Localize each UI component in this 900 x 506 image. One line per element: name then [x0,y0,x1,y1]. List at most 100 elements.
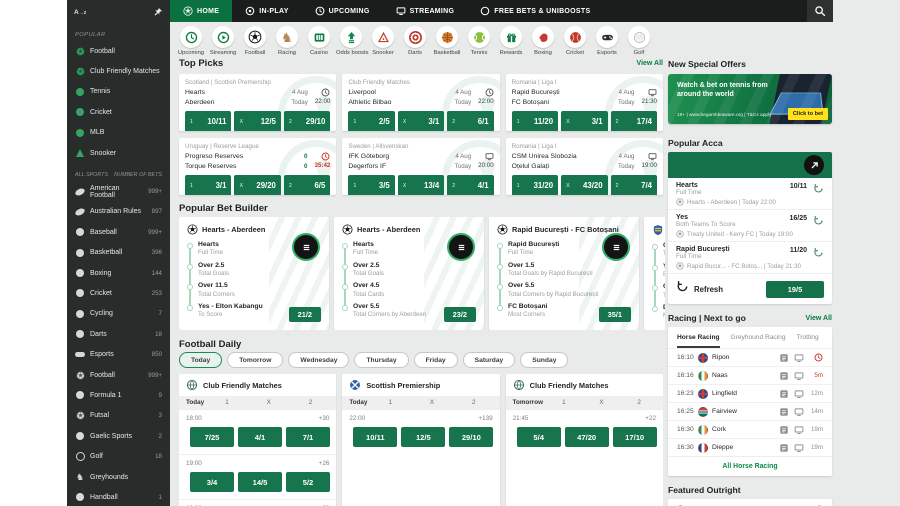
quick-link-snooker[interactable]: Snooker [368,26,398,56]
day-pill-sunday[interactable]: Sunday [520,352,569,368]
sidebar-sport-boxing[interactable]: Boxing 144 [67,263,170,283]
odds-button-x[interactable]: X 3/1 [561,111,608,131]
search-button[interactable] [807,0,833,22]
stream-icon[interactable] [794,389,804,399]
quick-link-golf[interactable]: Golf [624,26,654,56]
sidebar-sport-australian-rules[interactable]: Australian Rules 897 [67,202,170,222]
odds-button-1[interactable]: 1 31/20 [511,175,559,195]
quick-link-tennis[interactable]: Tennis [464,26,494,56]
race-row-naas[interactable]: 16:16 Naas 5m [668,366,832,384]
racecard-icon[interactable] [779,389,789,399]
bet-builder-card-hearts-aberdeen[interactable]: Hearts - Aberdeen Hearts Full Time Over 2.… [179,217,329,330]
sidebar-item-mlb[interactable]: MLB [67,123,170,143]
odds-button-x[interactable]: 12/5 [401,427,446,448]
odds-button-x[interactable]: 14/5 [238,472,282,493]
quick-link-esports[interactable]: Esports [592,26,622,56]
race-row-fairview[interactable]: 16:25 Fairview 14m [668,402,832,420]
nav-tab-upcoming[interactable]: UPCOMING [302,0,383,22]
odds-button-1[interactable]: 1 3/1 [185,175,232,195]
racing-tab-horse-racing[interactable]: Horse Racing [677,334,720,348]
odds-button-x[interactable]: 4/1 [238,427,282,448]
odds-button-x[interactable]: X 13/4 [397,175,445,195]
stream-icon[interactable] [794,443,804,453]
odds-button-2[interactable]: 2 7/4 [610,175,657,195]
click-to-bet-button[interactable]: Click to bet [787,108,828,120]
odds-button-2[interactable]: 29/10 [449,427,494,448]
acca-selection-rapid-bucure-ti[interactable]: Rapid București Full Time 11/20 Rapid Buc… [668,241,832,273]
day-pill-saturday[interactable]: Saturday [462,352,516,368]
day-pill-today[interactable]: Today [179,352,223,368]
odds-button-1[interactable]: 5/4 [516,427,561,448]
sidebar-sport-baseball[interactable]: Baseball 999+ [67,222,170,242]
sidebar-sport-esports[interactable]: Esports 850 [67,344,170,364]
sidebar-sport-golf[interactable]: Golf 18 [67,446,170,466]
stream-icon[interactable] [794,407,804,417]
stream-icon[interactable] [794,371,804,381]
bet-builder-odds-button[interactable]: 35/1 [598,307,631,322]
race-row-cork[interactable]: 16:30 Cork 19m [668,420,832,438]
odds-button-1[interactable]: 3/4 [190,472,234,493]
quick-link-basketball[interactable]: Basketball [432,26,462,56]
race-row-dieppe[interactable]: 16:30 Dieppe 19m [668,438,832,456]
daily-column-header[interactable]: Scottish Premiership [342,374,499,396]
nav-tab-free-bets-uniboosts[interactable]: FREE BETS & UNIBOOSTS [467,0,603,22]
sidebar-item-tennis[interactable]: Tennis [67,82,170,102]
match-card-rapid-bucure-ti[interactable]: Romania | Liga I Rapid București FC Botoș… [505,74,663,131]
special-offer-banner[interactable]: Watch & bet on tennis from around the wor… [668,74,832,124]
outright-card[interactable]: Premier League 24 May 2026 01:00 Premier… [668,499,832,506]
odds-button-2[interactable]: 2 29/10 [283,111,331,131]
bet-builder-card-hearts-aberdeen[interactable]: Hearts - Aberdeen Hearts Full Time Over 2.… [334,217,484,330]
daily-column-header[interactable]: Club Friendly Matches [506,374,663,396]
quick-link-cricket[interactable]: Cricket [560,26,590,56]
sidebar-sport-gaelic-sports[interactable]: Gaelic Sports 2 [67,426,170,446]
az-sort-icon[interactable]: A→z [74,9,86,17]
refresh-label[interactable]: Refresh [694,285,723,294]
bet-builder-card-ifk-g-teborg-degerfors-if[interactable]: IFK Göteborg - Degerfors IF OverTotalYes… [644,217,665,330]
odds-button-2[interactable]: 17/10 [612,427,657,448]
sidebar-sport-handball[interactable]: Handball 1 [67,487,170,506]
acca-selection-yes[interactable]: Yes Both Teams To Score 16/25 Treaty Unit… [668,209,832,241]
stream-icon[interactable] [794,353,804,363]
all-horse-racing-link[interactable]: All Horse Racing [668,456,832,476]
odds-button-1[interactable]: 1 11/20 [511,111,559,131]
racing-tab-greyhound-racing[interactable]: Greyhound Racing [731,334,786,348]
refresh-icon[interactable] [813,215,824,226]
quick-link-boxing[interactable]: Boxing [528,26,558,56]
race-row-lingfield[interactable]: 16:23 Lingfield 12m [668,384,832,402]
odds-button-2[interactable]: 2 17/4 [610,111,657,131]
odds-button-1[interactable]: 10/11 [353,427,398,448]
match-card-csm-unirea-slobozia[interactable]: Romania | Liga I CSM Unirea Slobozia Oțel… [505,138,663,195]
daily-match-row[interactable]: LatinaL'Aquila Calcio 19273/414/55/2 [179,469,336,499]
quick-link-upcoming[interactable]: Upcoming [176,26,206,56]
sidebar-sport-greyhounds[interactable]: ♞ Greyhounds [67,467,170,487]
odds-button-x[interactable]: 47/20 [564,427,609,448]
quick-link-odds-boosts[interactable]: Odds boosts [336,26,369,56]
odds-button-x[interactable]: X 43/20 [561,175,608,195]
nav-tab-in-play[interactable]: IN-PLAY [232,0,301,22]
sidebar-sport-futsal[interactable]: Futsal 3 [67,406,170,426]
odds-button-x[interactable]: X 3/1 [397,111,445,131]
day-pill-friday[interactable]: Friday [413,352,458,368]
odds-button-2[interactable]: 7/1 [286,427,330,448]
bet-builder-card-rapid-bucure-ti-fc-boto-ani[interactable]: Rapid București - FC Botoșani Rapid Bucu… [489,217,639,330]
sidebar-item-football[interactable]: Football [67,41,170,61]
quick-link-rewards[interactable]: Rewards [496,26,526,56]
daily-match-row[interactable]: Nottingham ForestFiorentina5/447/2017/10 [506,424,663,454]
day-pill-wednesday[interactable]: Wednesday [288,352,350,368]
racecard-icon[interactable] [779,443,789,453]
racing-view-all[interactable]: View All [806,315,832,322]
quick-link-streaming[interactable]: Streaming [208,26,238,56]
acca-pin-icon[interactable] [804,155,824,175]
match-card-progreso-reserves[interactable]: Uruguay | Reserve League Progreso Reserv… [179,138,337,195]
nav-tab-home[interactable]: HOME [170,0,233,22]
top-picks-view-all[interactable]: View All [637,60,663,67]
sidebar-sport-basketball[interactable]: Basketball 396 [67,243,170,263]
racecard-icon[interactable] [779,353,789,363]
quick-link-football[interactable]: Football [240,26,270,56]
sidebar-sport-cricket[interactable]: Cricket 253 [67,283,170,303]
sidebar-sport-american-football[interactable]: American Football 999+ [67,181,170,201]
acca-selection-hearts[interactable]: Hearts Full Time 10/11 Hearts - Aberdeen … [668,178,832,209]
racing-tab-trotting[interactable]: Trotting [797,334,819,348]
racecard-icon[interactable] [779,371,789,381]
sidebar-sport-football[interactable]: Football 999+ [67,365,170,385]
